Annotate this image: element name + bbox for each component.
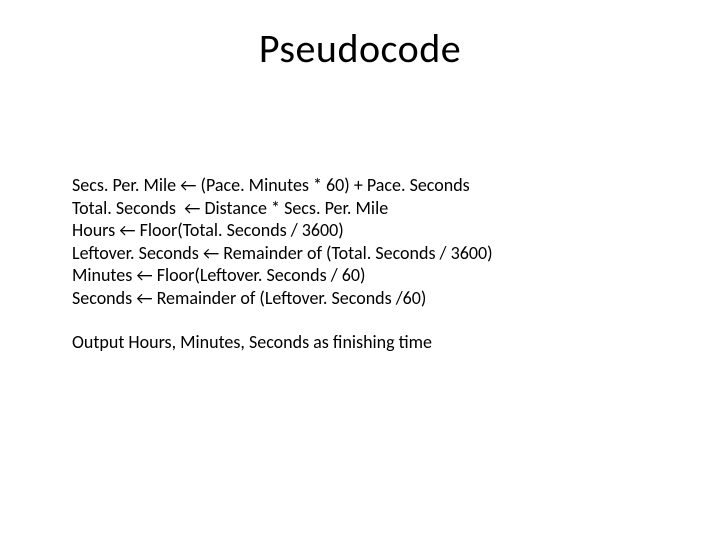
slide-title: Pseudocode <box>0 24 720 73</box>
pseudocode-line: Total. Seconds ← Distance * Secs. Per. M… <box>72 197 652 220</box>
spacer <box>72 309 652 331</box>
pseudocode-line: Minutes ← Floor(Leftover. Seconds / 60) <box>72 264 652 287</box>
slide: Pseudocode Secs. Per. Mile ← (Pace. Minu… <box>0 0 720 540</box>
pseudocode-line: Secs. Per. Mile ← (Pace. Minutes * 60) +… <box>72 174 652 197</box>
pseudocode-line: Leftover. Seconds ← Remainder of (Total.… <box>72 242 652 265</box>
slide-body: Secs. Per. Mile ← (Pace. Minutes * 60) +… <box>72 174 652 354</box>
pseudocode-line: Seconds ← Remainder of (Leftover. Second… <box>72 287 652 310</box>
pseudocode-line: Hours ← Floor(Total. Seconds / 3600) <box>72 219 652 242</box>
output-line: Output Hours, Minutes, Seconds as finish… <box>72 331 652 354</box>
